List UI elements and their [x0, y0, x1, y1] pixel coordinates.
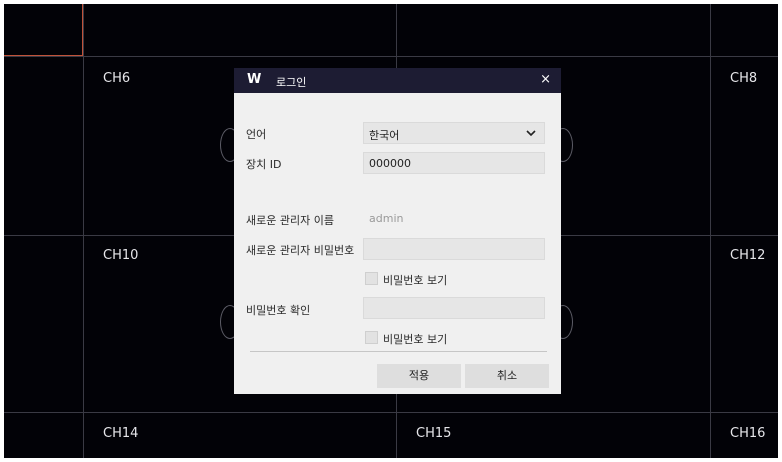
- brand-logo-icon: W: [247, 72, 262, 87]
- device-id-value: 000000: [369, 157, 411, 170]
- device-id-field[interactable]: 000000: [363, 152, 545, 174]
- channel-label-ch8[interactable]: CH8: [730, 71, 757, 86]
- language-value: 한국어: [369, 129, 400, 142]
- chevron-down-icon: [526, 130, 536, 137]
- language-label: 언어: [246, 128, 267, 141]
- show-password-label: 비밀번호 보기: [383, 274, 448, 287]
- new-admin-name-label: 새로운 관리자 이름: [246, 214, 334, 227]
- show-confirm-password-label: 비밀번호 보기: [383, 333, 448, 346]
- channel-label-ch6[interactable]: CH6: [103, 71, 130, 86]
- apply-button[interactable]: 적용: [377, 364, 461, 388]
- dialog-title: 로그인: [276, 76, 307, 89]
- show-password-checkbox[interactable]: [365, 272, 378, 285]
- new-admin-name-value: admin: [369, 212, 404, 225]
- camera-grid: CH6 CH8 CH10 CH12 CH14 CH15 CH16 W 로그인 ×…: [4, 4, 778, 458]
- channel-label-ch12[interactable]: CH12: [730, 248, 765, 263]
- divider: [250, 351, 547, 352]
- dialog-titlebar: W 로그인 ×: [234, 68, 561, 93]
- confirm-password-label: 비밀번호 확인: [246, 304, 311, 317]
- new-admin-password-label: 새로운 관리자 비밀번호: [246, 244, 355, 257]
- new-admin-password-field[interactable]: [363, 238, 545, 260]
- grid-divider: [83, 4, 84, 458]
- selected-camera-cell[interactable]: [4, 4, 83, 56]
- channel-label-ch10[interactable]: CH10: [103, 248, 138, 263]
- device-id-label: 장치 ID: [246, 158, 282, 171]
- show-confirm-password-checkbox[interactable]: [365, 331, 378, 344]
- cancel-button[interactable]: 취소: [465, 364, 549, 388]
- grid-divider: [4, 56, 778, 57]
- channel-label-ch15[interactable]: CH15: [416, 426, 451, 441]
- channel-label-ch16[interactable]: CH16: [730, 426, 765, 441]
- close-icon[interactable]: ×: [540, 72, 551, 87]
- grid-divider: [4, 412, 778, 413]
- login-dialog: W 로그인 × 언어 한국어 장치 ID 000000 새로운 관리자 이름 a…: [234, 68, 561, 394]
- channel-label-ch14[interactable]: CH14: [103, 426, 138, 441]
- language-select[interactable]: 한국어: [363, 122, 545, 144]
- confirm-password-field[interactable]: [363, 297, 545, 319]
- grid-divider: [710, 4, 711, 458]
